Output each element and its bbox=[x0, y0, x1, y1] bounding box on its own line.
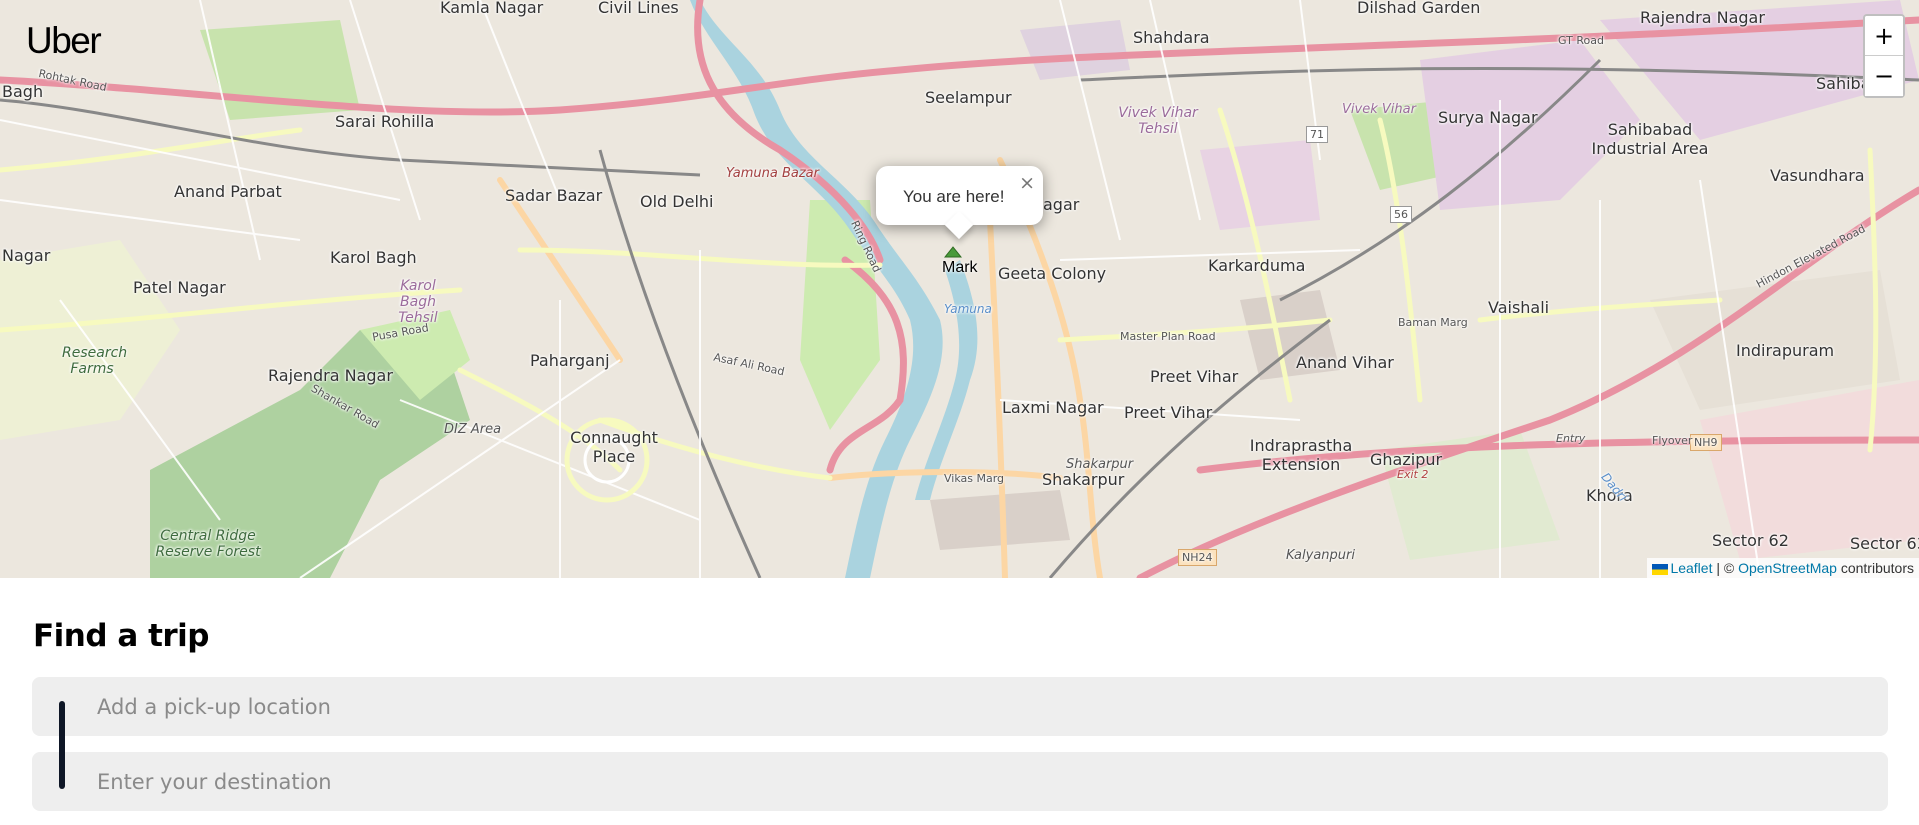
place-label: Sarai Rohilla bbox=[335, 112, 435, 131]
marker-label: Mark bbox=[942, 259, 978, 276]
place-label: Kalyanpuri bbox=[1286, 548, 1355, 563]
place-label: Ghazipur bbox=[1370, 450, 1443, 469]
place-label: Sadar Bazar bbox=[505, 186, 603, 205]
attribution-suffix: contributors bbox=[1840, 560, 1914, 576]
map-attribution: Leaflet | © OpenStreetMap contributors bbox=[1647, 558, 1919, 578]
popup-close-button[interactable]: × bbox=[1019, 172, 1035, 194]
trip-panel: Find a trip bbox=[0, 578, 1919, 825]
place-label: Vaishali bbox=[1488, 298, 1550, 317]
place-label: Rajendra Nagar bbox=[1640, 8, 1765, 27]
leaflet-link[interactable]: Leaflet bbox=[1670, 560, 1712, 576]
place-label: Yamuna Bazar bbox=[726, 166, 819, 181]
place-label: Old Delhi bbox=[640, 192, 714, 211]
place-label: Nagar bbox=[2, 246, 51, 265]
place-label: Karol Bagh bbox=[330, 248, 417, 267]
place-label: Shahdara bbox=[1133, 28, 1210, 47]
place-label: Patel Nagar bbox=[133, 278, 226, 297]
uber-logo[interactable]: Uber bbox=[26, 20, 102, 62]
place-label: Preet Vihar bbox=[1150, 367, 1239, 386]
place-label: Indraprastha Extension bbox=[1249, 436, 1353, 474]
road-label: Entry bbox=[1556, 432, 1586, 445]
location-popup: You are here! × bbox=[876, 166, 1043, 240]
place-label: Sector 62 bbox=[1712, 531, 1789, 550]
place-label: Sahibabad Industrial Area bbox=[1591, 120, 1709, 158]
place-label: Vasundhara bbox=[1770, 166, 1865, 185]
place-label: Preet Vihar bbox=[1124, 403, 1213, 422]
page-title: Find a trip bbox=[33, 618, 210, 654]
place-label: Connaught Place bbox=[570, 428, 658, 466]
road-label: Baman Marg bbox=[1398, 316, 1468, 329]
place-label: Karkarduma bbox=[1208, 256, 1306, 275]
place-label: Geeta Colony bbox=[998, 264, 1107, 283]
destination-input[interactable] bbox=[32, 752, 1888, 811]
road-label: Vikas Marg bbox=[944, 472, 1005, 485]
place-label: Dilshad Garden bbox=[1357, 0, 1481, 17]
place-label: Vivek Vihar bbox=[1342, 102, 1416, 117]
place-label: Anand Parbat bbox=[174, 182, 282, 201]
place-label: Civil Lines bbox=[598, 0, 679, 17]
road-label: NH24 bbox=[1178, 549, 1217, 566]
road-label: 56 bbox=[1390, 206, 1412, 223]
road-label: Master Plan Road bbox=[1120, 330, 1216, 343]
place-label: Kamla Nagar bbox=[440, 0, 544, 17]
ukraine-flag-icon bbox=[1652, 563, 1669, 575]
zoom-control: + − bbox=[1863, 14, 1905, 98]
road-label: 71 bbox=[1306, 126, 1328, 143]
place-label: DIZ Area bbox=[444, 422, 502, 437]
attribution-separator: | © bbox=[1716, 560, 1735, 576]
zoom-out-button[interactable]: − bbox=[1865, 56, 1903, 96]
route-connector bbox=[59, 701, 65, 789]
place-label: Laxmi Nagar bbox=[1002, 398, 1104, 417]
place-label: Bagh bbox=[2, 82, 44, 101]
road-label: Flyover bbox=[1652, 434, 1693, 447]
map-view[interactable]: Kamla Nagar Civil Lines Shahdara Dilshad… bbox=[0, 0, 1919, 578]
place-label: Vivek Vihar Tehsil bbox=[1118, 105, 1198, 137]
road-label: NH9 bbox=[1690, 434, 1722, 451]
place-label: Anand Vihar bbox=[1296, 353, 1394, 372]
place-label: agar bbox=[1043, 195, 1080, 214]
place-label: Karol Bagh Tehsil bbox=[398, 278, 438, 326]
place-label: Research Farms bbox=[62, 345, 128, 377]
place-label: Indirapuram bbox=[1736, 341, 1835, 360]
openstreetmap-link[interactable]: OpenStreetMap bbox=[1738, 560, 1837, 576]
zoom-in-button[interactable]: + bbox=[1865, 16, 1903, 56]
place-label: Paharganj bbox=[530, 351, 610, 370]
popup-text: You are here! bbox=[903, 187, 1005, 206]
place-label: Sector 63 bbox=[1850, 534, 1919, 553]
place-label: Yamuna bbox=[944, 302, 992, 316]
place-label: Shakarpur bbox=[1066, 457, 1134, 472]
place-label: Shakarpur bbox=[1042, 470, 1125, 489]
place-label: Rajendra Nagar bbox=[268, 366, 393, 385]
location-marker-icon[interactable] bbox=[944, 246, 962, 258]
road-label: GT Road bbox=[1558, 34, 1604, 47]
pickup-input[interactable] bbox=[32, 677, 1888, 736]
place-label: Seelampur bbox=[925, 88, 1012, 107]
road-label: Exit 2 bbox=[1397, 468, 1429, 481]
place-label: Central Ridge Reserve Forest bbox=[155, 528, 261, 560]
place-label: Surya Nagar bbox=[1438, 108, 1538, 127]
